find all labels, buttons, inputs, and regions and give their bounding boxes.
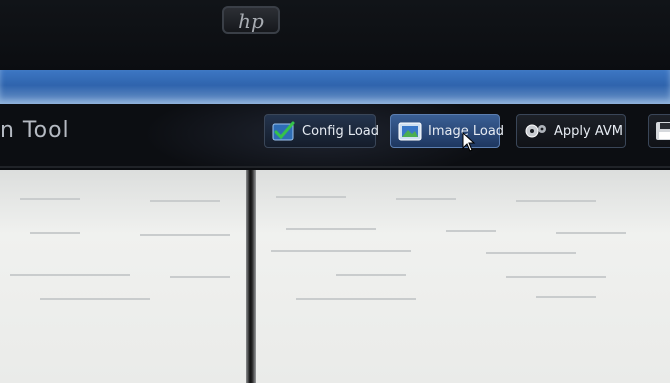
faint-text-line [20, 198, 80, 200]
faint-text-line [296, 298, 416, 300]
faint-text-line [30, 232, 80, 234]
save-icon [656, 122, 670, 140]
config-load-button[interactable]: Config Load [264, 114, 380, 148]
faint-text-line [286, 228, 376, 230]
monitor-bezel: hp [0, 0, 670, 70]
faint-text-line [536, 296, 596, 298]
mouse-cursor [462, 132, 476, 152]
faint-text-line [336, 274, 406, 276]
app-title: n Tool [0, 118, 70, 143]
apply-avm-label: Apply AVM [554, 123, 624, 139]
faint-text-line [40, 298, 150, 300]
faint-text-line [506, 276, 606, 278]
config-load-label: Config Load [302, 123, 380, 139]
image-load-button[interactable]: Image Load [390, 114, 504, 148]
apply-avm-button[interactable]: Apply AVM [516, 114, 626, 148]
faint-text-line [516, 200, 596, 202]
gear-icon [525, 124, 546, 138]
faint-text-line [486, 252, 576, 254]
window-titlebar [0, 70, 670, 104]
hp-logo: hp [222, 6, 280, 34]
faint-text-line [170, 276, 230, 278]
faint-text-line [556, 232, 626, 234]
faint-text-line [150, 200, 220, 202]
faint-text-line [446, 230, 496, 232]
image-icon [398, 122, 422, 141]
faint-text-line [396, 198, 456, 200]
pane-splitter[interactable] [246, 170, 256, 383]
faint-text-line [10, 274, 130, 276]
right-pane[interactable] [256, 170, 670, 383]
faint-text-line [276, 196, 346, 198]
toolbar: n Tool Config Load Image Load Apply AVM [0, 104, 670, 168]
faint-text-line [140, 234, 230, 236]
save-button[interactable] [648, 114, 670, 148]
left-pane[interactable] [0, 170, 246, 383]
checkmark-icon [272, 121, 295, 141]
faint-text-line [271, 250, 411, 252]
